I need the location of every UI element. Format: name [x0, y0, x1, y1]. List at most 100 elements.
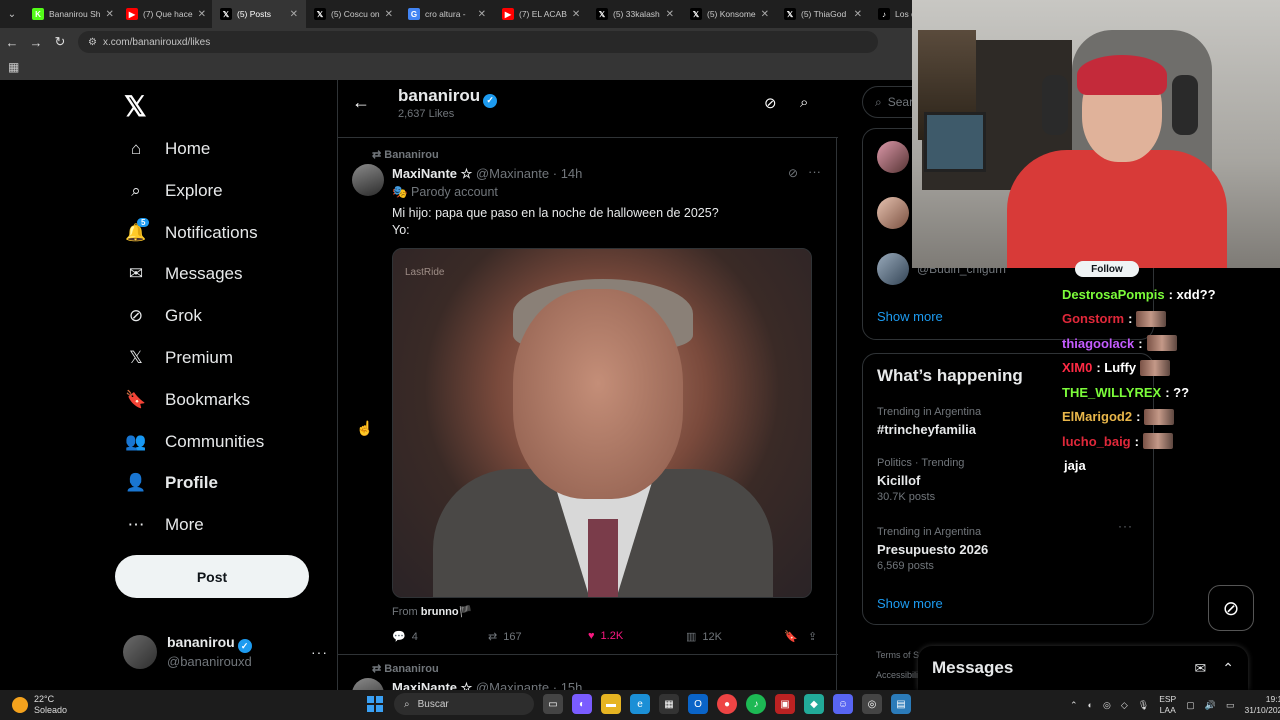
chevron-up-icon[interactable]: ⌃	[1070, 700, 1078, 711]
chrome-icon[interactable]: ●	[717, 694, 737, 714]
clock[interactable]: 19:1331/10/2025	[1244, 694, 1280, 716]
grok-icon[interactable]: ⊘	[764, 94, 777, 112]
new-message-icon[interactable]: ✉	[1195, 660, 1207, 677]
expand-icon[interactable]: ⌃	[1222, 660, 1234, 677]
close-icon[interactable]: ✕	[385, 9, 393, 20]
close-icon[interactable]: ✕	[572, 9, 580, 20]
browser-tab[interactable]: K Bananirou Sh ✕	[24, 0, 118, 28]
tweet-author-handle[interactable]: @Maxinante	[476, 680, 549, 690]
language-indicator[interactable]: ESP LAA	[1159, 694, 1176, 716]
sidebar-item-home[interactable]: ⌂ Home	[125, 138, 211, 160]
outlook-icon[interactable]: O	[688, 694, 708, 714]
copilot-icon[interactable]: ◐	[572, 694, 592, 714]
battery-icon[interactable]: ▭	[1226, 700, 1235, 711]
tweet-time[interactable]: 14h	[561, 166, 583, 181]
tray-app-icon[interactable]: ◐	[1088, 700, 1093, 710]
list-item[interactable]	[877, 197, 909, 229]
close-icon[interactable]: ✕	[761, 9, 769, 20]
more-icon[interactable]: ···	[1118, 518, 1133, 535]
sidebar-item-bookmarks[interactable]: 🔖 Bookmarks	[125, 389, 250, 411]
footer-link[interactable]: Accessibili	[876, 665, 924, 685]
sidebar-item-notifications[interactable]: 🔔 5 Notifications	[125, 217, 258, 244]
tweet-time[interactable]: 15h	[561, 680, 583, 690]
post-button[interactable]: Post	[115, 555, 309, 598]
list-item[interactable]	[877, 141, 909, 173]
app-icon[interactable]: ◆	[804, 694, 824, 714]
media-source[interactable]: From brunno🏴	[392, 605, 472, 618]
trend-item[interactable]: Trending in Argentina Presupuesto 2026 6,5…	[877, 519, 1147, 575]
tweet-media[interactable]: LastRide	[392, 248, 812, 598]
bookmark-icon[interactable]: 🔖	[784, 630, 798, 643]
tweet[interactable]: ⇄ Bananirou MaxiNante ☆ @Maxinante · 15h	[338, 656, 838, 690]
tray-app-icon[interactable]: ◇	[1121, 700, 1128, 711]
network-icon[interactable]: ▢	[1186, 700, 1195, 711]
apps-grid-icon[interactable]: ▦	[8, 60, 19, 74]
tab-list-button[interactable]: ⌄	[0, 9, 24, 20]
grok-icon[interactable]: ⊘	[788, 166, 798, 180]
avatar[interactable]	[352, 164, 384, 196]
sidebar-item-explore[interactable]: ⌕ Explore	[125, 180, 222, 202]
browser-tab[interactable]: ▶ (7) Que hace ✕	[118, 0, 212, 28]
start-button[interactable]	[365, 694, 385, 714]
more-icon[interactable]: ···	[311, 644, 328, 660]
reply-button[interactable]: 💬 4	[392, 630, 418, 644]
close-icon[interactable]: ✕	[106, 9, 114, 20]
reload-icon[interactable]: ↻	[48, 34, 72, 50]
close-icon[interactable]: ✕	[290, 9, 298, 20]
tweet-author-handle[interactable]: @Maxinante	[476, 166, 549, 181]
site-info-icon[interactable]: ⚙	[88, 37, 97, 48]
tweet-author-name[interactable]: MaxiNante ☆	[392, 680, 472, 690]
task-view-icon[interactable]: ▭	[543, 694, 563, 714]
show-more-link[interactable]: Show more	[877, 596, 943, 611]
app-icon[interactable]: ◎	[862, 694, 882, 714]
url-field[interactable]: ⚙ x.com/bananirouxd/likes	[78, 31, 878, 53]
views-button[interactable]: ▥ 12K	[686, 630, 722, 644]
search-icon[interactable]: ⌕	[800, 94, 808, 111]
store-icon[interactable]: ▦	[659, 694, 679, 714]
share-icon[interactable]: ⇪	[808, 630, 817, 643]
x-logo-icon[interactable]: 𝕏	[124, 90, 147, 123]
grok-floating-button[interactable]: ⊘	[1208, 585, 1254, 631]
taskbar-search[interactable]: ⌕ Buscar	[394, 693, 534, 715]
browser-tab[interactable]: Gcro altura - ✕	[400, 0, 494, 28]
sidebar-item-more[interactable]: ⋯ More	[125, 514, 204, 536]
tweet[interactable]: ⇄ Bananirou MaxiNante ☆ @Maxinante · 14h…	[338, 140, 838, 655]
tray-app-icon[interactable]: ◎	[1103, 700, 1111, 711]
app-icon[interactable]: ▣	[775, 694, 795, 714]
follow-button[interactable]: Follow	[1075, 261, 1139, 277]
avatar[interactable]	[352, 678, 384, 690]
like-button[interactable]: ♥ 1.2K	[588, 630, 623, 642]
browser-tab[interactable]: ▶ (7) EL ACAB ✕	[494, 0, 588, 28]
tweet-author-name[interactable]: MaxiNante ☆	[392, 166, 472, 181]
messages-drawer[interactable]: Messages ✉ ⌃	[918, 646, 1248, 690]
repost-button[interactable]: ⇄ 167	[488, 630, 522, 644]
file-explorer-icon[interactable]: ▬	[601, 694, 621, 714]
mic-icon[interactable]: 🎙	[1138, 700, 1149, 711]
back-arrow-icon[interactable]: ←	[352, 92, 370, 113]
footer-link[interactable]: Terms of Se	[876, 645, 924, 665]
browser-tab[interactable]: 𝕏 (5) 33kalash ✕	[588, 0, 682, 28]
browser-tab[interactable]: 𝕏 (5) Posts ✕	[212, 0, 306, 28]
sidebar-item-messages[interactable]: ✉ Messages	[125, 263, 243, 285]
sidebar-item-premium[interactable]: 𝕏 Premium	[125, 347, 233, 369]
back-icon[interactable]: ←	[0, 35, 24, 50]
account-switcher[interactable]: bananirou ✓ @bananirouxd ···	[123, 632, 328, 672]
sidebar-item-grok[interactable]: ⊘ Grok	[125, 305, 202, 327]
browser-tab[interactable]: 𝕏 (5) ThiaGod ✕	[776, 0, 870, 28]
browser-tab[interactable]: 𝕏 (5) Coscu on ✕	[306, 0, 400, 28]
edge-icon[interactable]: e	[630, 694, 650, 714]
close-icon[interactable]: ✕	[198, 9, 206, 20]
forward-icon[interactable]: →	[24, 35, 48, 50]
close-icon[interactable]: ✕	[478, 9, 486, 20]
more-icon[interactable]: ···	[808, 164, 821, 179]
weather-widget[interactable]: 22°C Soleado	[12, 694, 67, 716]
close-icon[interactable]: ✕	[854, 9, 862, 20]
app-icon[interactable]: ▤	[891, 694, 911, 714]
close-icon[interactable]: ✕	[666, 9, 674, 20]
show-more-link[interactable]: Show more	[877, 309, 943, 324]
sidebar-item-communities[interactable]: 👥 Communities	[125, 431, 264, 453]
spotify-icon[interactable]: ♪	[746, 694, 766, 714]
volume-icon[interactable]: 🔊	[1205, 700, 1216, 711]
browser-tab[interactable]: 𝕏 (5) Konsome ✕	[682, 0, 776, 28]
discord-icon[interactable]: ☺	[833, 694, 853, 714]
